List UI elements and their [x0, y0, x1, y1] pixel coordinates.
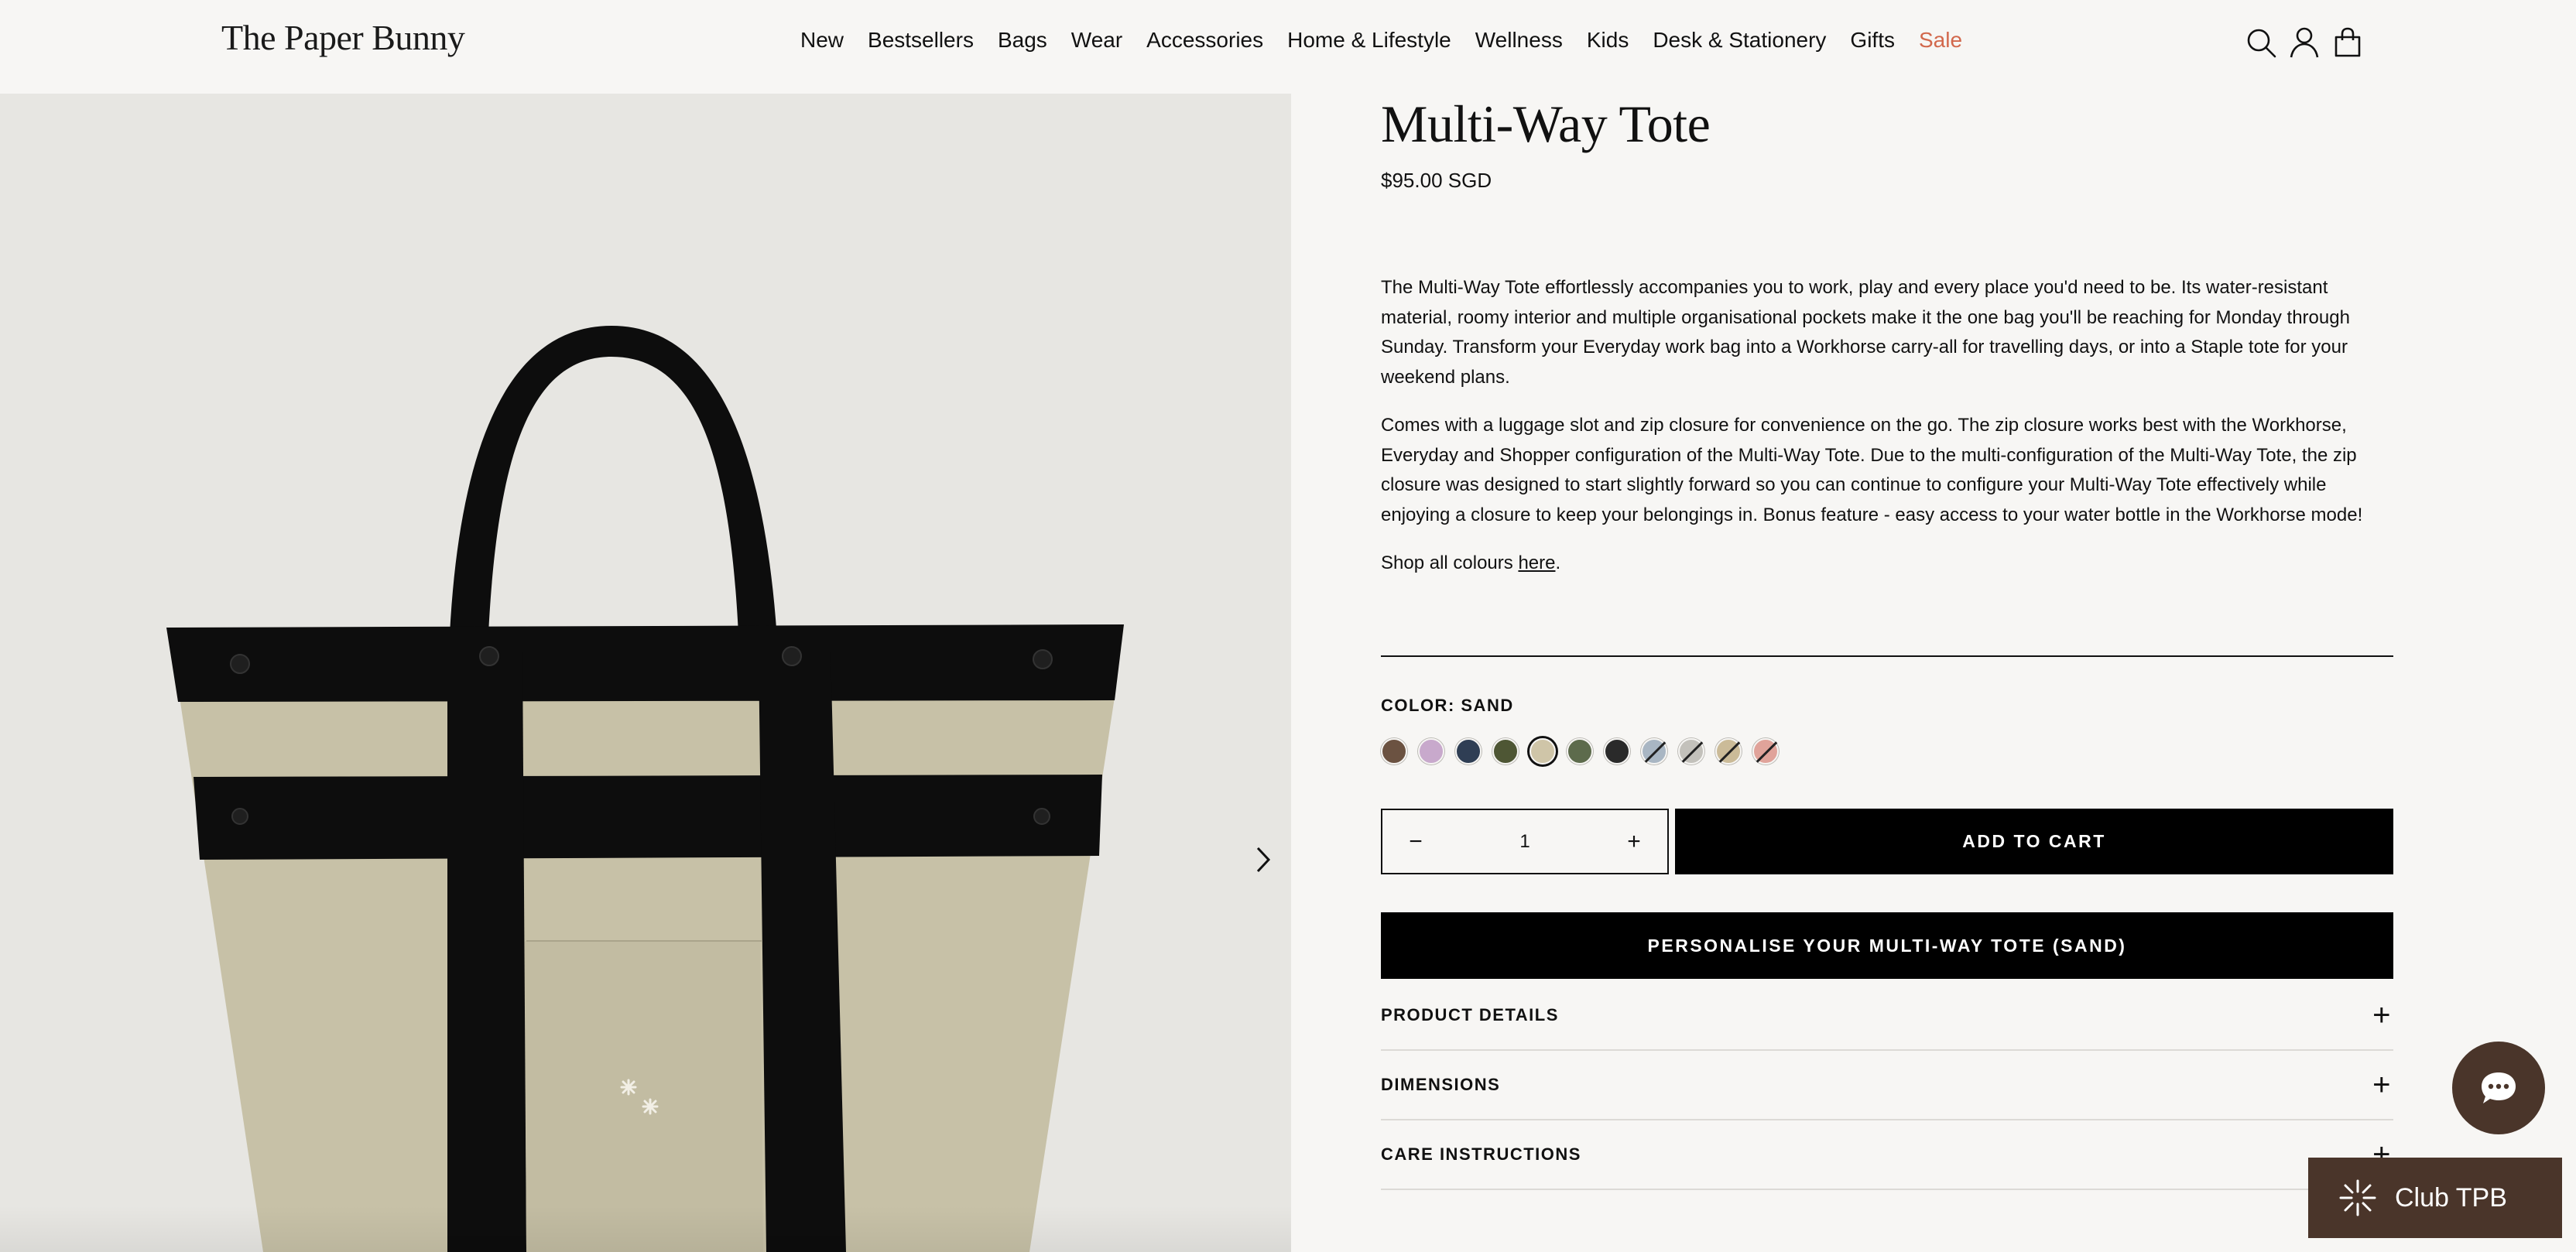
description-paragraph: The Multi-Way Tote effortlessly accompan…: [1381, 277, 2350, 388]
chat-button[interactable]: [2452, 1042, 2545, 1134]
qty-decrease-button[interactable]: −: [1404, 829, 1427, 855]
nav-gifts[interactable]: Gifts: [1850, 28, 1895, 53]
accordion-product-details[interactable]: PRODUCT DETAILS +: [1381, 981, 2393, 1051]
nav-bestsellers[interactable]: Bestsellers: [868, 28, 974, 53]
product-description: The Multi-Way Tote effortlessly accompan…: [1381, 273, 2393, 596]
color-swatch[interactable]: [1715, 738, 1742, 765]
shop-all-suffix: .: [1555, 552, 1561, 573]
product-gallery[interactable]: [0, 94, 1291, 1252]
quantity-stepper: − 1 +: [1381, 809, 1669, 874]
color-swatch[interactable]: [1418, 738, 1444, 765]
color-label: COLOR: SAND: [1381, 696, 1514, 715]
sparkle-icon: [2339, 1179, 2376, 1216]
color-swatch[interactable]: [1752, 738, 1779, 765]
color-swatch[interactable]: [1678, 738, 1704, 765]
product-image: [166, 326, 1124, 1252]
nav-wellness[interactable]: Wellness: [1475, 28, 1563, 53]
accordion-care-instructions[interactable]: CARE INSTRUCTIONS +: [1381, 1120, 2393, 1190]
color-swatch[interactable]: [1455, 738, 1482, 765]
club-tpb-button[interactable]: Club TPB: [2308, 1158, 2562, 1238]
account-icon[interactable]: [2288, 26, 2321, 59]
plus-icon: +: [2372, 998, 2392, 1032]
product-price: $95.00 SGD: [1381, 169, 1492, 192]
color-swatch[interactable]: [1567, 738, 1593, 765]
nav-bags[interactable]: Bags: [998, 28, 1047, 53]
color-swatch[interactable]: [1492, 738, 1519, 765]
shop-all-colours: Shop all colours here.: [1381, 549, 2393, 579]
header-actions: [2245, 26, 2364, 59]
accordion-label: CARE INSTRUCTIONS: [1381, 1144, 1581, 1164]
qty-value[interactable]: 1: [1519, 831, 1530, 853]
nav-home-lifestyle[interactable]: Home & Lifestyle: [1287, 28, 1451, 53]
divider: [1381, 655, 2393, 657]
accordion-label: PRODUCT DETAILS: [1381, 1005, 1559, 1025]
nav-new[interactable]: New: [800, 28, 844, 53]
nav-sale[interactable]: Sale: [1919, 28, 1962, 53]
color-swatch[interactable]: [1604, 738, 1630, 765]
nav-accessories[interactable]: Accessories: [1146, 28, 1263, 53]
product-accordion: PRODUCT DETAILS + DIMENSIONS + CARE INST…: [1381, 981, 2393, 1190]
accordion-label: DIMENSIONS: [1381, 1075, 1501, 1094]
logo[interactable]: The Paper Bunny: [221, 17, 465, 58]
plus-icon: +: [2372, 1068, 2392, 1102]
color-swatch[interactable]: [1381, 738, 1407, 765]
color-swatches: [1381, 738, 1779, 765]
personalise-button[interactable]: PERSONALISE YOUR MULTI-WAY TOTE (SAND): [1381, 912, 2393, 979]
color-swatch[interactable]: [1530, 738, 1556, 765]
nav-wear[interactable]: Wear: [1071, 28, 1122, 53]
qty-increase-button[interactable]: +: [1622, 829, 1646, 855]
color-swatch[interactable]: [1641, 738, 1667, 765]
search-icon[interactable]: [2245, 26, 2277, 59]
product-title: Multi-Way Tote: [1381, 94, 1711, 153]
shop-all-colours-link[interactable]: here: [1518, 552, 1555, 573]
add-to-cart-button[interactable]: ADD TO CART: [1675, 809, 2393, 874]
gallery-bottom-shadow: [0, 1206, 1291, 1252]
main-nav: New Bestsellers Bags Wear Accessories Ho…: [800, 28, 1962, 53]
nav-kids[interactable]: Kids: [1587, 28, 1629, 53]
site-header: The Paper Bunny New Bestsellers Bags Wea…: [0, 0, 2576, 94]
gallery-next-arrow-icon[interactable]: [1248, 844, 1279, 875]
description-paragraph: Comes with a luggage slot and zip closur…: [1381, 414, 2363, 525]
shop-all-text: Shop all colours: [1381, 552, 1519, 573]
club-tpb-label: Club TPB: [2395, 1182, 2507, 1213]
chat-bubble-icon: [2482, 1072, 2516, 1103]
accordion-dimensions[interactable]: DIMENSIONS +: [1381, 1051, 2393, 1120]
cart-bag-icon[interactable]: [2331, 26, 2364, 59]
nav-desk-stationery[interactable]: Desk & Stationery: [1653, 28, 1826, 53]
